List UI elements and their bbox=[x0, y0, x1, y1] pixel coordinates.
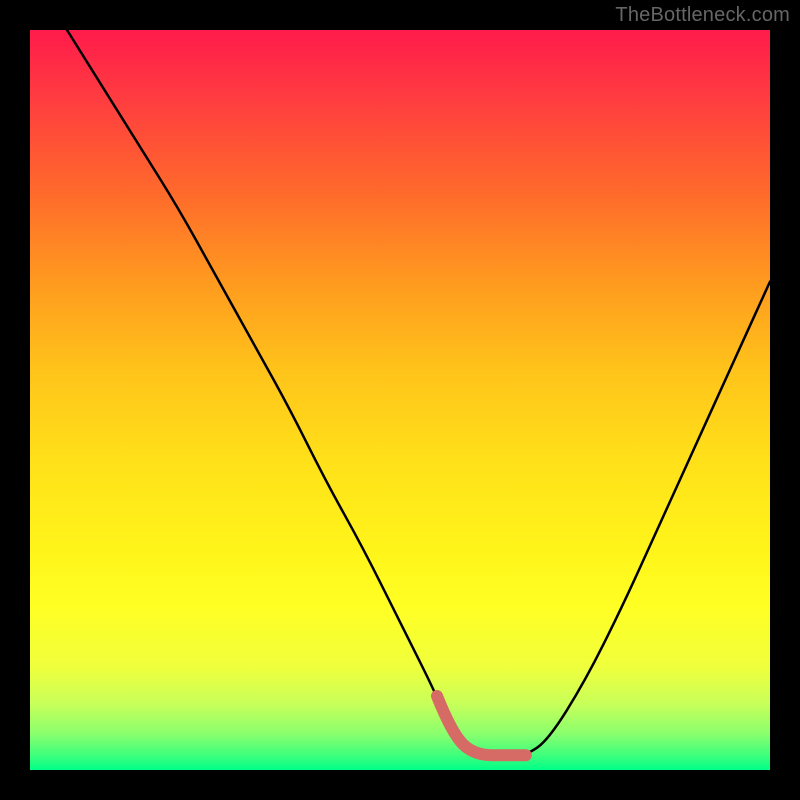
bottleneck-curve-path bbox=[67, 30, 770, 755]
chart-frame: TheBottleneck.com bbox=[0, 0, 800, 800]
watermark-text: TheBottleneck.com bbox=[615, 4, 790, 27]
plot-area bbox=[30, 30, 770, 770]
curve-svg bbox=[30, 30, 770, 770]
bottleneck-curve-highlight bbox=[437, 696, 526, 755]
